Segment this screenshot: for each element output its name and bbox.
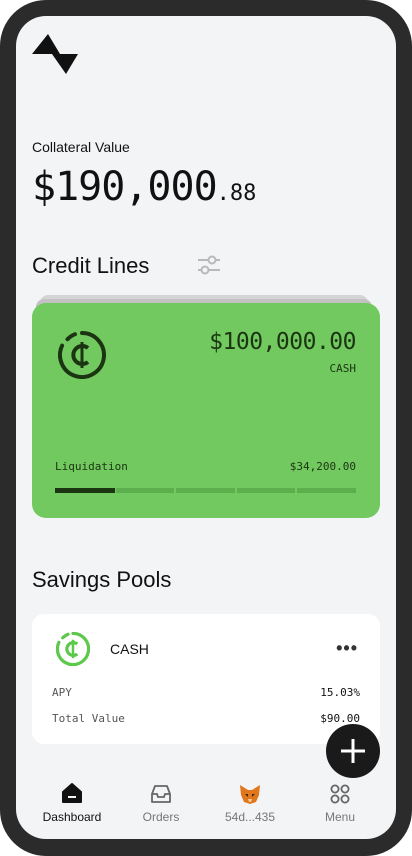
credit-currency: CASH <box>329 362 357 375</box>
collateral-cents: .88 <box>216 181 257 206</box>
savings-pools-title: Savings Pools <box>32 567 172 592</box>
pool-row-label: APY <box>52 686 72 699</box>
savings-pool-card[interactable]: CASH ••• APY 15.03% Total Value $90.00 <box>32 614 380 744</box>
credit-line-card[interactable]: $100,000.00 CASH Liquidation $34,200.00 <box>32 303 380 518</box>
liquidation-progress-fill <box>55 488 116 493</box>
filter-sliders-icon[interactable] <box>196 253 222 282</box>
screen: Collateral Value $190,000.88 Credit Line… <box>16 16 396 839</box>
home-icon <box>27 776 117 804</box>
tab-dashboard[interactable]: Dashboard <box>27 776 117 824</box>
phone-frame: Collateral Value $190,000.88 Credit Line… <box>0 0 412 856</box>
pool-row-total-value: Total Value $90.00 <box>52 712 360 725</box>
tab-label: 54d...435 <box>224 810 276 824</box>
collateral-whole: $190,000 <box>32 164 218 210</box>
tab-menu[interactable]: Menu <box>295 776 385 824</box>
liquidation-progress <box>55 488 356 493</box>
tab-label: Dashboard <box>42 810 102 824</box>
pool-row-label: Total Value <box>52 712 125 725</box>
bottom-nav: Dashboard Orders 54d...435 Menu <box>16 776 396 839</box>
liquidation-label: Liquidation <box>55 460 128 473</box>
tab-label: Menu <box>324 810 356 824</box>
tab-orders[interactable]: Orders <box>116 776 206 824</box>
add-button[interactable] <box>326 724 380 778</box>
cash-coin-icon <box>55 631 91 671</box>
collateral-value: $190,000.88 <box>32 164 256 210</box>
grid-icon <box>295 776 385 804</box>
pool-name: CASH <box>110 641 149 657</box>
liquidation-value: $34,200.00 <box>289 460 356 473</box>
more-options-icon[interactable]: ••• <box>336 638 358 659</box>
cash-coin-icon <box>58 331 106 383</box>
fox-icon <box>205 776 295 804</box>
collateral-label: Collateral Value <box>32 139 130 155</box>
tab-wallet[interactable]: 54d...435 <box>205 776 295 824</box>
plus-icon <box>341 739 365 763</box>
app-logo <box>32 34 80 81</box>
pool-row-apy: APY 15.03% <box>52 686 360 699</box>
inbox-icon <box>116 776 206 804</box>
pool-row-value: 15.03% <box>320 686 360 699</box>
credit-lines-title: Credit Lines <box>32 253 150 278</box>
credit-amount: $100,000.00 <box>209 329 356 355</box>
tab-label: Orders <box>142 810 180 824</box>
